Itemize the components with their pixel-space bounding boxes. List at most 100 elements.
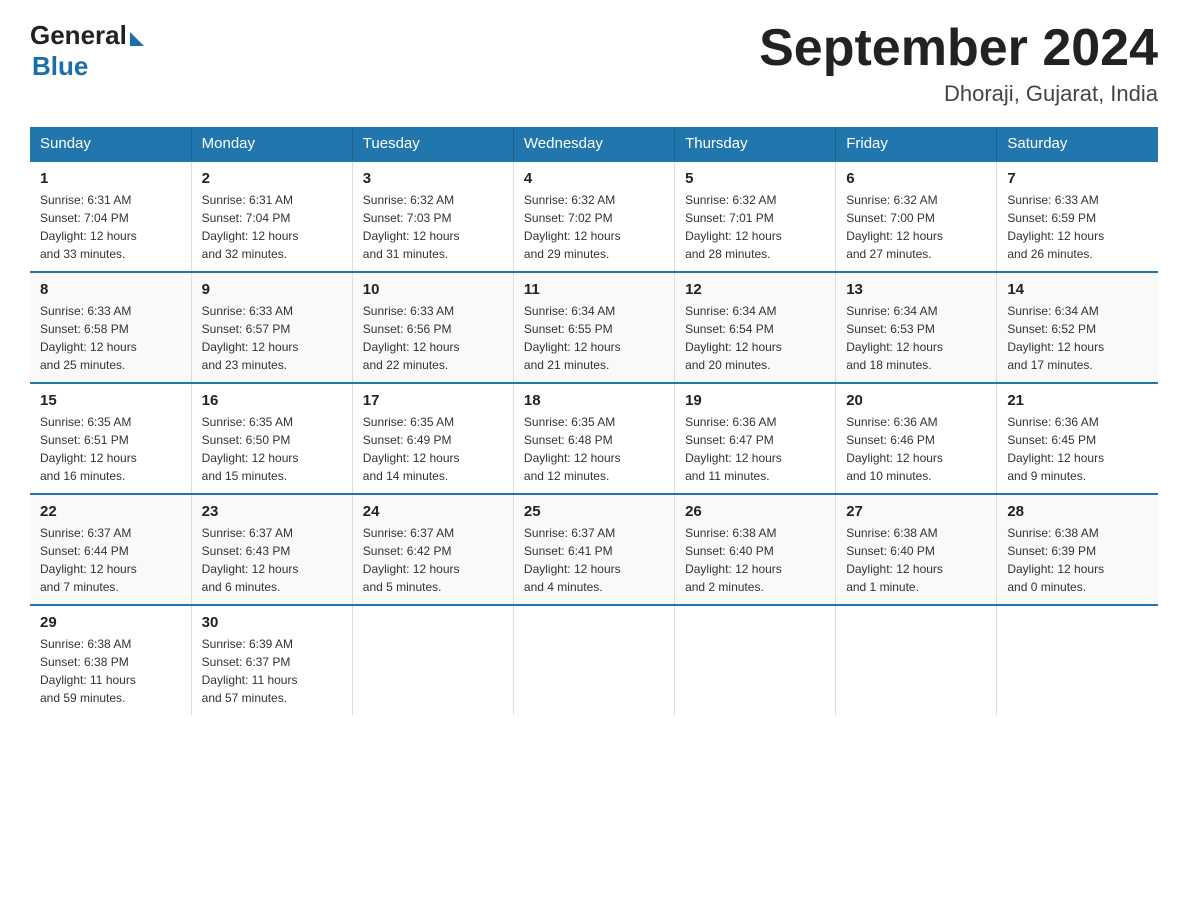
day-info: Sunrise: 6:32 AMSunset: 7:03 PMDaylight:… [363,191,503,263]
calendar-cell [352,605,513,715]
day-info: Sunrise: 6:37 AMSunset: 6:42 PMDaylight:… [363,524,503,596]
calendar-cell: 12 Sunrise: 6:34 AMSunset: 6:54 PMDaylig… [675,272,836,383]
day-info: Sunrise: 6:34 AMSunset: 6:55 PMDaylight:… [524,302,664,374]
day-number: 12 [685,281,825,298]
calendar-cell: 6 Sunrise: 6:32 AMSunset: 7:00 PMDayligh… [836,161,997,272]
location-subtitle: Dhoraji, Gujarat, India [759,81,1158,107]
day-number: 19 [685,392,825,409]
title-block: September 2024 Dhoraji, Gujarat, India [759,20,1158,107]
day-number: 25 [524,503,664,520]
day-number: 7 [1007,170,1148,187]
calendar-week-row-4: 22 Sunrise: 6:37 AMSunset: 6:44 PMDaylig… [30,494,1158,605]
day-info: Sunrise: 6:31 AMSunset: 7:04 PMDaylight:… [40,191,181,263]
day-info: Sunrise: 6:33 AMSunset: 6:58 PMDaylight:… [40,302,181,374]
calendar-cell: 9 Sunrise: 6:33 AMSunset: 6:57 PMDayligh… [191,272,352,383]
day-number: 15 [40,392,181,409]
day-info: Sunrise: 6:37 AMSunset: 6:41 PMDaylight:… [524,524,664,596]
calendar-cell: 13 Sunrise: 6:34 AMSunset: 6:53 PMDaylig… [836,272,997,383]
day-number: 14 [1007,281,1148,298]
calendar-week-row-1: 1 Sunrise: 6:31 AMSunset: 7:04 PMDayligh… [30,161,1158,272]
calendar-header-row: Sunday Monday Tuesday Wednesday Thursday… [30,127,1158,161]
day-number: 13 [846,281,986,298]
calendar-cell: 23 Sunrise: 6:37 AMSunset: 6:43 PMDaylig… [191,494,352,605]
calendar-week-row-2: 8 Sunrise: 6:33 AMSunset: 6:58 PMDayligh… [30,272,1158,383]
logo-triangle-icon [130,32,144,46]
col-wednesday: Wednesday [513,127,674,161]
calendar-cell [997,605,1158,715]
calendar-cell [836,605,997,715]
day-number: 30 [202,614,342,631]
day-info: Sunrise: 6:35 AMSunset: 6:51 PMDaylight:… [40,413,181,485]
day-info: Sunrise: 6:37 AMSunset: 6:43 PMDaylight:… [202,524,342,596]
calendar-cell: 16 Sunrise: 6:35 AMSunset: 6:50 PMDaylig… [191,383,352,494]
day-number: 2 [202,170,342,187]
calendar-cell: 20 Sunrise: 6:36 AMSunset: 6:46 PMDaylig… [836,383,997,494]
day-info: Sunrise: 6:33 AMSunset: 6:56 PMDaylight:… [363,302,503,374]
day-number: 28 [1007,503,1148,520]
day-number: 3 [363,170,503,187]
col-tuesday: Tuesday [352,127,513,161]
day-info: Sunrise: 6:33 AMSunset: 6:59 PMDaylight:… [1007,191,1148,263]
day-number: 1 [40,170,181,187]
calendar-cell: 2 Sunrise: 6:31 AMSunset: 7:04 PMDayligh… [191,161,352,272]
calendar-cell: 4 Sunrise: 6:32 AMSunset: 7:02 PMDayligh… [513,161,674,272]
col-sunday: Sunday [30,127,191,161]
day-info: Sunrise: 6:36 AMSunset: 6:45 PMDaylight:… [1007,413,1148,485]
day-number: 29 [40,614,181,631]
day-number: 21 [1007,392,1148,409]
day-info: Sunrise: 6:31 AMSunset: 7:04 PMDaylight:… [202,191,342,263]
day-number: 8 [40,281,181,298]
day-info: Sunrise: 6:38 AMSunset: 6:40 PMDaylight:… [685,524,825,596]
day-info: Sunrise: 6:35 AMSunset: 6:49 PMDaylight:… [363,413,503,485]
col-friday: Friday [836,127,997,161]
day-number: 17 [363,392,503,409]
calendar-cell: 22 Sunrise: 6:37 AMSunset: 6:44 PMDaylig… [30,494,191,605]
calendar-cell: 21 Sunrise: 6:36 AMSunset: 6:45 PMDaylig… [997,383,1158,494]
logo-general-text: General [30,20,127,51]
day-number: 6 [846,170,986,187]
day-info: Sunrise: 6:38 AMSunset: 6:40 PMDaylight:… [846,524,986,596]
day-info: Sunrise: 6:35 AMSunset: 6:48 PMDaylight:… [524,413,664,485]
day-info: Sunrise: 6:32 AMSunset: 7:01 PMDaylight:… [685,191,825,263]
calendar-cell: 29 Sunrise: 6:38 AMSunset: 6:38 PMDaylig… [30,605,191,715]
calendar-cell: 1 Sunrise: 6:31 AMSunset: 7:04 PMDayligh… [30,161,191,272]
calendar-cell: 11 Sunrise: 6:34 AMSunset: 6:55 PMDaylig… [513,272,674,383]
day-info: Sunrise: 6:32 AMSunset: 7:02 PMDaylight:… [524,191,664,263]
day-number: 22 [40,503,181,520]
day-number: 24 [363,503,503,520]
calendar-cell: 19 Sunrise: 6:36 AMSunset: 6:47 PMDaylig… [675,383,836,494]
calendar-cell: 30 Sunrise: 6:39 AMSunset: 6:37 PMDaylig… [191,605,352,715]
col-saturday: Saturday [997,127,1158,161]
day-info: Sunrise: 6:35 AMSunset: 6:50 PMDaylight:… [202,413,342,485]
calendar-cell [675,605,836,715]
day-info: Sunrise: 6:33 AMSunset: 6:57 PMDaylight:… [202,302,342,374]
calendar-table: Sunday Monday Tuesday Wednesday Thursday… [30,127,1158,715]
col-monday: Monday [191,127,352,161]
calendar-cell [513,605,674,715]
logo: General Blue [30,20,144,82]
day-info: Sunrise: 6:38 AMSunset: 6:39 PMDaylight:… [1007,524,1148,596]
day-number: 10 [363,281,503,298]
calendar-cell: 14 Sunrise: 6:34 AMSunset: 6:52 PMDaylig… [997,272,1158,383]
calendar-cell: 25 Sunrise: 6:37 AMSunset: 6:41 PMDaylig… [513,494,674,605]
calendar-cell: 10 Sunrise: 6:33 AMSunset: 6:56 PMDaylig… [352,272,513,383]
day-info: Sunrise: 6:37 AMSunset: 6:44 PMDaylight:… [40,524,181,596]
calendar-cell: 26 Sunrise: 6:38 AMSunset: 6:40 PMDaylig… [675,494,836,605]
calendar-cell: 18 Sunrise: 6:35 AMSunset: 6:48 PMDaylig… [513,383,674,494]
calendar-cell: 24 Sunrise: 6:37 AMSunset: 6:42 PMDaylig… [352,494,513,605]
calendar-cell: 17 Sunrise: 6:35 AMSunset: 6:49 PMDaylig… [352,383,513,494]
calendar-cell: 3 Sunrise: 6:32 AMSunset: 7:03 PMDayligh… [352,161,513,272]
day-number: 27 [846,503,986,520]
calendar-cell: 27 Sunrise: 6:38 AMSunset: 6:40 PMDaylig… [836,494,997,605]
logo-blue-text: Blue [32,51,88,82]
day-number: 16 [202,392,342,409]
day-info: Sunrise: 6:34 AMSunset: 6:52 PMDaylight:… [1007,302,1148,374]
day-info: Sunrise: 6:36 AMSunset: 6:47 PMDaylight:… [685,413,825,485]
col-thursday: Thursday [675,127,836,161]
day-number: 26 [685,503,825,520]
calendar-cell: 28 Sunrise: 6:38 AMSunset: 6:39 PMDaylig… [997,494,1158,605]
day-info: Sunrise: 6:39 AMSunset: 6:37 PMDaylight:… [202,635,342,707]
calendar-cell: 15 Sunrise: 6:35 AMSunset: 6:51 PMDaylig… [30,383,191,494]
day-info: Sunrise: 6:34 AMSunset: 6:54 PMDaylight:… [685,302,825,374]
calendar-cell: 8 Sunrise: 6:33 AMSunset: 6:58 PMDayligh… [30,272,191,383]
